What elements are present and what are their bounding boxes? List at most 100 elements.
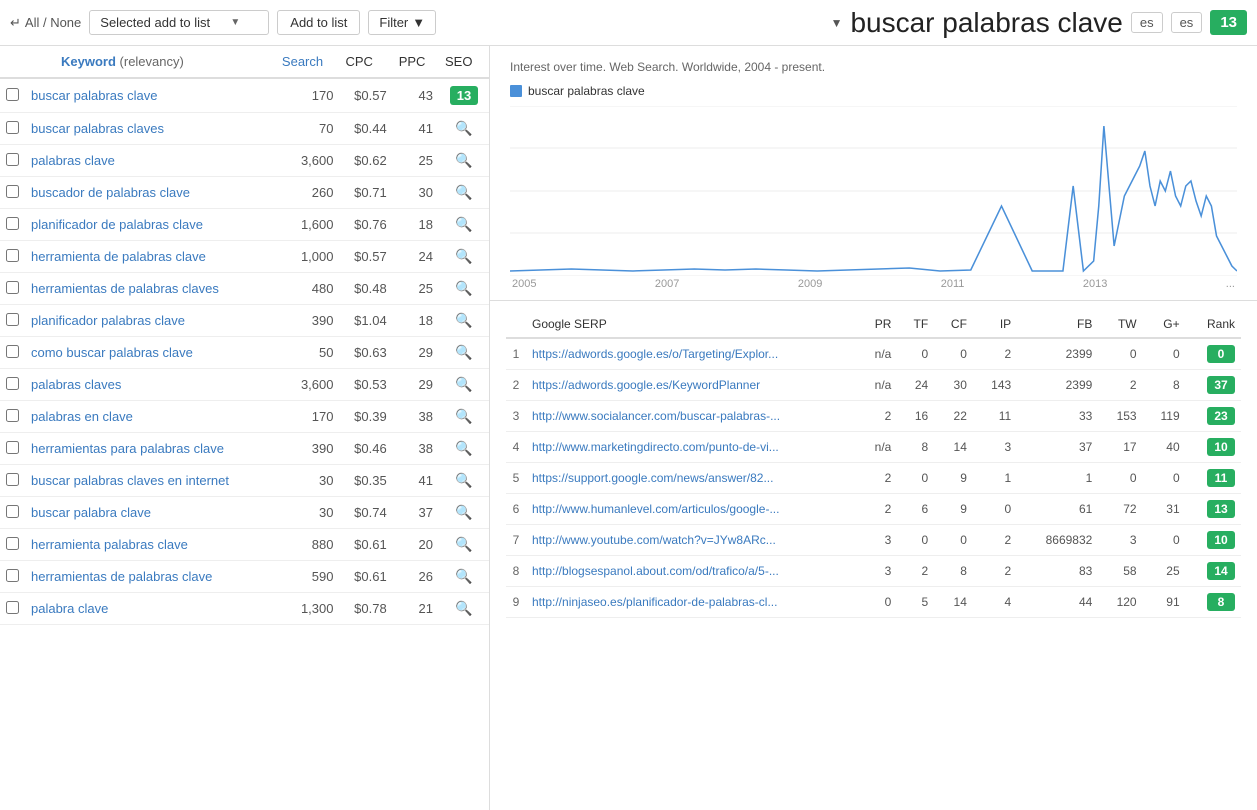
row-keyword[interactable]: buscar palabra clave: [25, 497, 276, 529]
serp-header-url[interactable]: Google SERP: [526, 311, 858, 338]
row-keyword[interactable]: palabras en clave: [25, 401, 276, 433]
serp-header-gplus[interactable]: G+: [1143, 311, 1186, 338]
row-seo[interactable]: 🔍: [439, 369, 489, 401]
seo-score-badge[interactable]: 13: [1210, 10, 1247, 35]
serp-row-url[interactable]: http://www.socialancer.com/buscar-palabr…: [526, 401, 858, 432]
row-keyword[interactable]: herramientas de palabras claves: [25, 273, 276, 305]
row-checkbox[interactable]: [6, 217, 19, 230]
row-seo[interactable]: 🔍: [439, 145, 489, 177]
row-keyword[interactable]: palabras claves: [25, 369, 276, 401]
row-cpc: $0.57: [339, 78, 392, 113]
header-keyword-sortable[interactable]: Keyword: [61, 54, 116, 69]
row-keyword[interactable]: planificador de palabras clave: [25, 209, 276, 241]
serp-header-rank[interactable]: Rank: [1186, 311, 1241, 338]
row-keyword[interactable]: herramientas de palabras clave: [25, 561, 276, 593]
seo-search-icon[interactable]: 🔍: [455, 216, 472, 232]
lang-badge-es2[interactable]: es: [1171, 12, 1203, 33]
serp-header-pr[interactable]: PR: [858, 311, 898, 338]
row-keyword[interactable]: buscador de palabras clave: [25, 177, 276, 209]
seo-search-icon[interactable]: 🔍: [455, 440, 472, 456]
seo-search-icon[interactable]: 🔍: [455, 280, 472, 296]
add-to-list-dropdown[interactable]: Selected add to list ▼: [89, 10, 269, 35]
row-checkbox[interactable]: [6, 537, 19, 550]
row-seo[interactable]: 🔍: [439, 593, 489, 625]
row-seo[interactable]: 🔍: [439, 241, 489, 273]
row-keyword[interactable]: herramienta de palabras clave: [25, 241, 276, 273]
row-checkbox[interactable]: [6, 345, 19, 358]
row-seo[interactable]: 🔍: [439, 529, 489, 561]
seo-search-icon[interactable]: 🔍: [455, 376, 472, 392]
serp-row-url[interactable]: http://www.youtube.com/watch?v=JYw8ARc..…: [526, 525, 858, 556]
row-checkbox[interactable]: [6, 409, 19, 422]
filter-label: Filter: [379, 15, 408, 30]
all-none-toggle[interactable]: ↵ All / None: [10, 15, 81, 31]
row-checkbox[interactable]: [6, 281, 19, 294]
seo-search-icon[interactable]: 🔍: [455, 472, 472, 488]
row-seo[interactable]: 🔍: [439, 433, 489, 465]
filter-button[interactable]: Filter ▼: [368, 10, 436, 35]
serp-row-url[interactable]: http://www.humanlevel.com/articulos/goog…: [526, 494, 858, 525]
row-keyword[interactable]: herramienta palabras clave: [25, 529, 276, 561]
serp-row-url[interactable]: http://www.marketingdirecto.com/punto-de…: [526, 432, 858, 463]
row-seo[interactable]: 🔍: [439, 273, 489, 305]
serp-header-cf[interactable]: CF: [934, 311, 973, 338]
row-seo[interactable]: 🔍: [439, 177, 489, 209]
header-search[interactable]: Search: [276, 46, 340, 78]
row-keyword[interactable]: buscar palabras claves: [25, 113, 276, 145]
row-seo[interactable]: 🔍: [439, 113, 489, 145]
row-ppc: 24: [393, 241, 439, 273]
row-keyword[interactable]: herramientas para palabras clave: [25, 433, 276, 465]
row-seo[interactable]: 🔍: [439, 209, 489, 241]
add-to-list-button[interactable]: Add to list: [277, 10, 360, 35]
row-checkbox[interactable]: [6, 153, 19, 166]
row-checkbox[interactable]: [6, 569, 19, 582]
serp-row-url[interactable]: http://blogsespanol.about.com/od/trafico…: [526, 556, 858, 587]
row-keyword[interactable]: buscar palabras clave: [25, 78, 276, 113]
seo-search-icon[interactable]: 🔍: [455, 568, 472, 584]
row-checkbox[interactable]: [6, 185, 19, 198]
row-seo[interactable]: 🔍: [439, 465, 489, 497]
serp-header-ip[interactable]: IP: [973, 311, 1017, 338]
row-keyword[interactable]: como buscar palabras clave: [25, 337, 276, 369]
row-checkbox[interactable]: [6, 121, 19, 134]
seo-search-icon[interactable]: 🔍: [455, 408, 472, 424]
seo-search-icon[interactable]: 🔍: [455, 248, 472, 264]
row-seo[interactable]: 🔍: [439, 305, 489, 337]
row-seo[interactable]: 🔍: [439, 561, 489, 593]
serp-row-tf: 8: [897, 432, 934, 463]
seo-search-icon[interactable]: 🔍: [455, 504, 472, 520]
row-checkbox[interactable]: [6, 441, 19, 454]
row-seo[interactable]: 🔍: [439, 337, 489, 369]
row-checkbox[interactable]: [6, 601, 19, 614]
serp-row-url[interactable]: https://support.google.com/news/answer/8…: [526, 463, 858, 494]
row-checkbox[interactable]: [6, 505, 19, 518]
row-seo[interactable]: 🔍: [439, 401, 489, 433]
seo-search-icon[interactable]: 🔍: [455, 344, 472, 360]
all-none-label[interactable]: All / None: [25, 15, 81, 30]
seo-search-icon[interactable]: 🔍: [455, 312, 472, 328]
serp-header-fb[interactable]: FB: [1017, 311, 1098, 338]
row-checkbox[interactable]: [6, 313, 19, 326]
serp-row-url[interactable]: https://adwords.google.es/KeywordPlanner: [526, 370, 858, 401]
seo-search-icon[interactable]: 🔍: [455, 152, 472, 168]
lang-badge-es1[interactable]: es: [1131, 12, 1163, 33]
serp-row-url[interactable]: http://ninjaseo.es/planificador-de-palab…: [526, 587, 858, 618]
row-search: 3,600: [276, 145, 340, 177]
serp-header-tf[interactable]: TF: [897, 311, 934, 338]
row-seo[interactable]: 🔍: [439, 497, 489, 529]
title-dropdown-arrow[interactable]: ▼: [831, 16, 843, 30]
row-checkbox[interactable]: [6, 473, 19, 486]
row-keyword[interactable]: palabra clave: [25, 593, 276, 625]
seo-search-icon[interactable]: 🔍: [455, 184, 472, 200]
serp-row-url[interactable]: https://adwords.google.es/o/Targeting/Ex…: [526, 338, 858, 370]
seo-search-icon[interactable]: 🔍: [455, 600, 472, 616]
seo-search-icon[interactable]: 🔍: [455, 536, 472, 552]
row-checkbox[interactable]: [6, 249, 19, 262]
row-keyword[interactable]: palabras clave: [25, 145, 276, 177]
row-checkbox[interactable]: [6, 377, 19, 390]
serp-header-tw[interactable]: TW: [1098, 311, 1142, 338]
seo-search-icon[interactable]: 🔍: [455, 120, 472, 136]
row-keyword[interactable]: planificador palabras clave: [25, 305, 276, 337]
row-checkbox[interactable]: [6, 88, 19, 101]
row-keyword[interactable]: buscar palabras claves en internet: [25, 465, 276, 497]
